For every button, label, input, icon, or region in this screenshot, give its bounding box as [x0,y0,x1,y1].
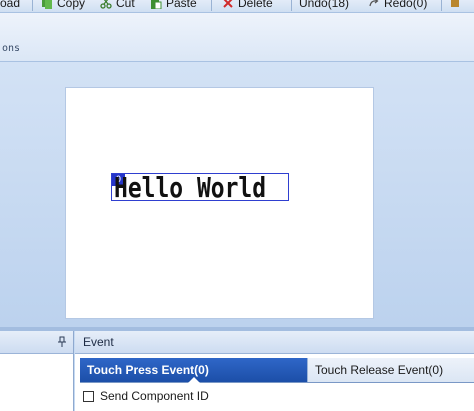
cut-icon [100,0,112,9]
redo-button[interactable]: Redo(0) [368,0,427,11]
toolbar-label-redo: Redo(0) [384,0,428,10]
toolbar-separator [291,0,292,11]
cut-button[interactable]: Cut [100,0,135,11]
tab-label: Touch Press Event(0) [87,363,209,377]
tab-touch-release-event[interactable]: Touch Release Event(0) [307,358,474,382]
page-canvas[interactable]: 0 Hello World [66,88,373,318]
text-component-content: Hello World [114,173,267,201]
toolbar-separator [441,0,442,11]
extra-tool-button[interactable] [449,0,465,11]
active-tab-indicator [188,377,200,383]
copy-icon [41,0,53,9]
left-panel-header [0,331,73,354]
tab-touch-press-event[interactable]: Touch Press Event(0) [80,358,307,383]
paste-icon [150,0,162,10]
send-component-id-option[interactable]: Send Component ID [83,389,209,403]
text-component[interactable]: 0 Hello World [111,173,289,201]
ribbon-group-label: ons [2,43,21,54]
tab-label: Touch Release Event(0) [315,363,444,377]
load-button[interactable]: oad [0,0,20,11]
toolbar-label-copy: Copy [57,0,86,10]
event-panel-header: Event [75,331,474,354]
event-tabs: Touch Press Event(0) Touch Release Event… [80,358,474,383]
copy-button[interactable]: Copy [41,0,85,11]
redo-icon [368,0,380,9]
send-component-id-label: Send Component ID [100,389,209,403]
send-component-id-checkbox[interactable] [83,390,94,402]
pin-icon[interactable] [57,336,67,348]
paste-button[interactable]: Paste [150,0,197,11]
toolbar-separator [32,0,33,11]
toolbar-label-paste: Paste [166,0,197,10]
event-panel-title: Event [83,335,114,349]
design-workspace: 0 Hello World [0,62,474,327]
ribbon-area: ons [0,13,474,62]
undo-button[interactable]: Undo(18) [299,0,349,11]
toolbar-label-delete: Delete [238,0,273,10]
left-panel [0,331,74,411]
event-panel: Event Touch Press Event(0) Touch Release… [75,331,474,411]
toolbar-separator [211,0,212,11]
tool-icon [449,0,461,9]
main-toolbar: oad Copy Cut Paste Delete Undo(18) Redo(… [0,0,474,13]
toolbar-label-cut: Cut [116,0,135,10]
toolbar-label-undo: Undo(18) [299,0,350,10]
delete-icon [222,0,234,9]
delete-button[interactable]: Delete [222,0,273,11]
toolbar-label-load: oad [0,0,21,10]
